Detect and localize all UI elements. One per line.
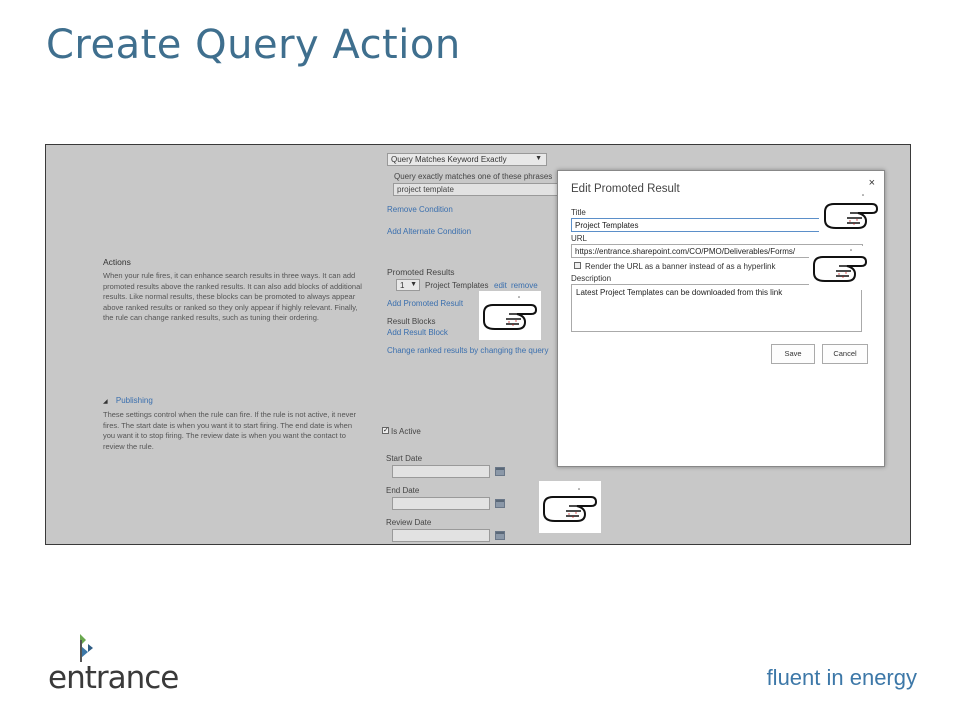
pointing-hand-icon (809, 246, 871, 290)
change-ranked-results-link[interactable]: Change ranked results by changing the qu… (387, 346, 557, 355)
pointing-hand-icon (479, 291, 541, 340)
cancel-button[interactable]: Cancel (822, 344, 868, 364)
calendar-icon[interactable] (495, 531, 505, 540)
pointing-hand-icon (539, 481, 601, 533)
banner-checkbox-label: Render the URL as a banner instead of as… (585, 262, 776, 271)
pointing-hand-icon (819, 190, 883, 238)
slide-title: Create Query Action (46, 22, 461, 68)
calendar-icon[interactable] (495, 499, 505, 508)
calendar-icon[interactable] (495, 467, 505, 476)
review-date-input[interactable] (392, 529, 490, 542)
publishing-description: These settings control when the rule can… (103, 410, 357, 451)
promoted-rank-value: 1 (400, 281, 405, 290)
condition-value-input[interactable]: project template (393, 183, 563, 196)
review-date-label: Review Date (386, 518, 432, 527)
publishing-toggle[interactable]: ◢ Publishing (103, 396, 153, 405)
add-alternate-condition-link[interactable]: Add Alternate Condition (387, 227, 471, 236)
actions-heading: Actions (103, 257, 131, 267)
start-date-label: Start Date (386, 454, 423, 463)
remove-condition-link[interactable]: Remove Condition (387, 205, 453, 214)
dialog-title: Edit Promoted Result (571, 183, 680, 195)
description-label: Description (571, 274, 612, 283)
dropdown-arrow-icon: ▼ (410, 281, 417, 288)
dropdown-arrow-icon: ▼ (535, 155, 542, 162)
actions-description: When your rule fires, it can enhance sea… (103, 271, 362, 322)
promoted-remove-link[interactable]: remove (511, 281, 538, 290)
add-result-block-link[interactable]: Add Result Block (387, 328, 448, 337)
promoted-rank-select[interactable]: 1 ▼ (396, 279, 420, 291)
tagline: fluent in energy (766, 665, 917, 690)
end-date-input[interactable] (392, 497, 490, 510)
condition-select-value: Query Matches Keyword Exactly (391, 155, 507, 164)
is-active-label: Is Active (391, 427, 421, 436)
save-button[interactable]: Save (771, 344, 815, 364)
condition-label: Query exactly matches one of these phras… (394, 172, 553, 181)
condition-value: project template (397, 185, 454, 194)
triangle-expander-icon: ◢ (103, 399, 108, 405)
start-date-input[interactable] (392, 465, 490, 478)
url-label: URL (571, 234, 588, 243)
condition-select[interactable]: Query Matches Keyword Exactly ▼ (387, 153, 547, 166)
description-textarea[interactable]: Latest Project Templates can be download… (571, 284, 862, 332)
title-label: Title (571, 208, 586, 217)
promoted-item-label: Project Templates (425, 281, 489, 290)
promoted-results-heading: Promoted Results (387, 267, 455, 277)
promoted-edit-link[interactable]: edit (494, 281, 507, 290)
add-promoted-result-link[interactable]: Add Promoted Result (387, 299, 463, 308)
end-date-label: End Date (386, 486, 420, 495)
result-blocks-heading: Result Blocks (387, 317, 436, 326)
is-active-checkbox[interactable]: ✓ (382, 427, 389, 434)
close-icon[interactable]: × (869, 177, 875, 189)
publishing-heading: Publishing (115, 396, 153, 405)
sharepoint-screenshot: Query Matches Keyword Exactly ▼ Query ex… (45, 144, 911, 545)
banner-checkbox[interactable] (574, 262, 581, 269)
logo-wordmark: entrance (48, 660, 179, 696)
